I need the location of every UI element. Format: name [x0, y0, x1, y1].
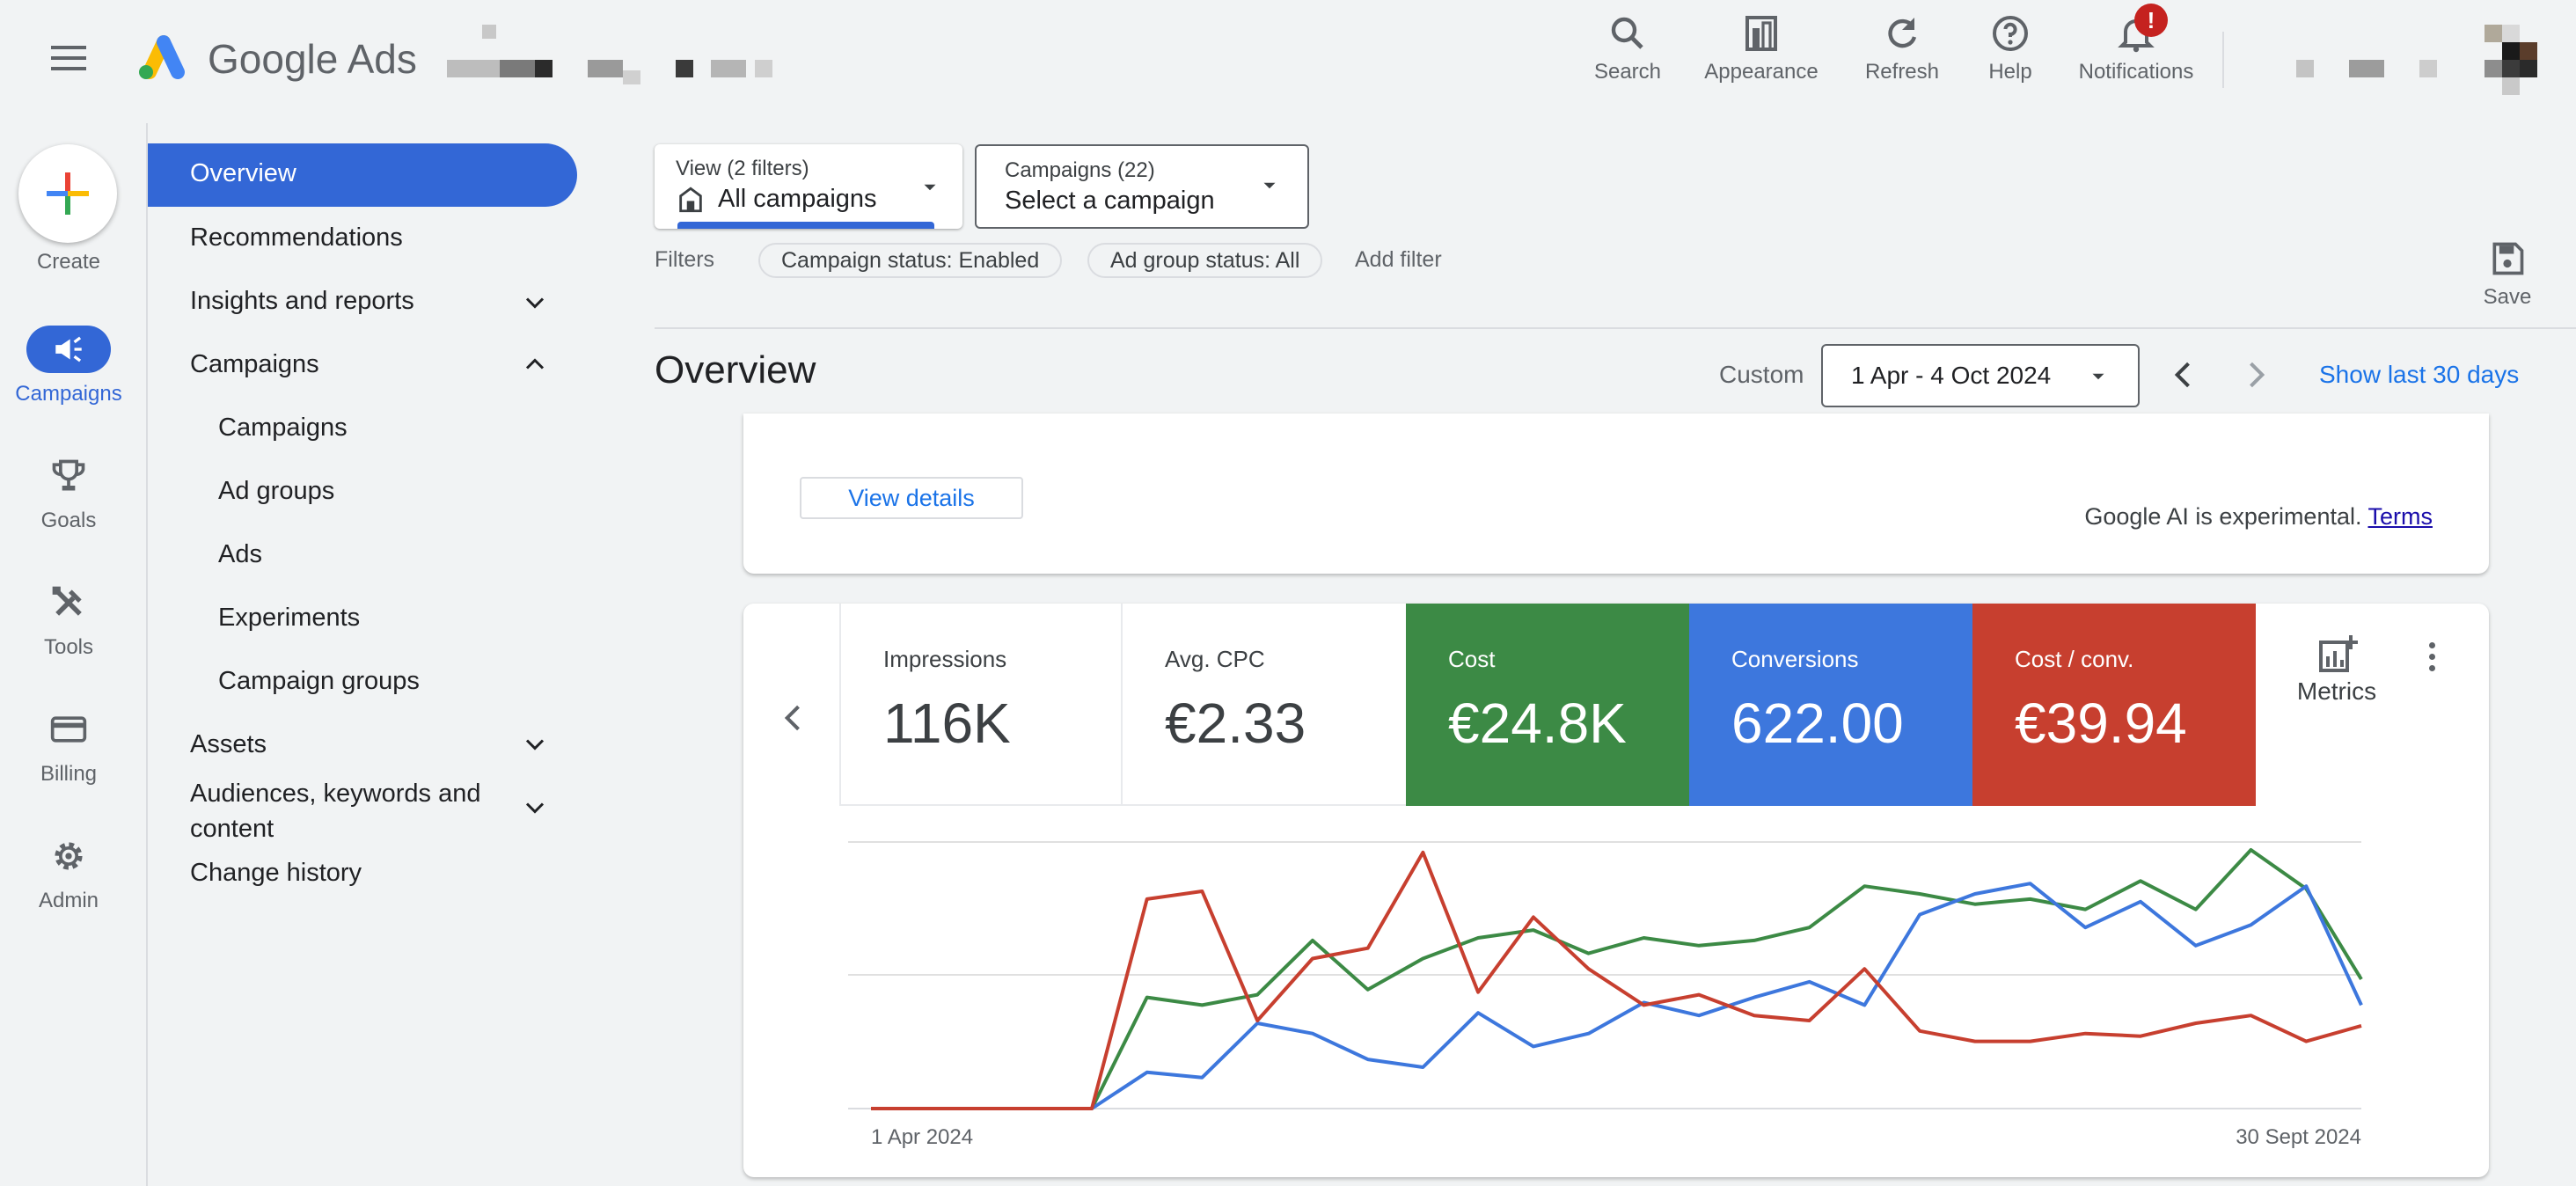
appearance-button[interactable]: Appearance [1698, 12, 1825, 84]
add-chart-icon [2319, 635, 2358, 672]
metric-card-conversions[interactable]: Conversions 622.00 [1689, 604, 1972, 806]
nav-item-campaign-groups[interactable]: Campaign groups [218, 667, 420, 696]
metric-card-avg-cpc[interactable]: Avg. CPC €2.33 [1123, 604, 1406, 806]
nav-item-campaigns-group[interactable]: Campaigns [190, 350, 319, 379]
tools-icon [52, 586, 82, 616]
avatar[interactable] [2485, 25, 2537, 95]
chart-x-label-start: 1 Apr 2024 [871, 1125, 973, 1149]
search-button[interactable]: Search [1584, 12, 1672, 84]
nav-item-insights[interactable]: Insights and reports [190, 287, 414, 316]
metric-card-impressions[interactable]: Impressions 116K [841, 604, 1123, 806]
filter-divider [655, 327, 2576, 329]
campaigns-dropdown[interactable]: Campaigns (22) Select a campaign [975, 144, 1309, 229]
refresh-button[interactable]: Refresh [1855, 12, 1950, 84]
metric-card-cost-per-conv[interactable]: Cost / conv. €39.94 [1972, 604, 2256, 806]
billing-icon [50, 716, 87, 743]
next-period-icon[interactable] [2236, 355, 2275, 394]
chart-series-cost-conv [871, 850, 2362, 1110]
nav-item-change-history[interactable]: Change history [190, 859, 362, 888]
refresh-icon [1888, 18, 1917, 48]
more-options-icon[interactable] [2421, 641, 2442, 676]
nav-divider [146, 123, 148, 1186]
top-header: Google Ads Search Appearance Refresh Hel… [0, 0, 2576, 123]
dropdown-arrow-icon [924, 184, 936, 191]
building-icon [679, 187, 702, 213]
rail-billing[interactable]: Billing [0, 706, 137, 787]
google-ads-logo[interactable] [132, 32, 188, 83]
ai-summary-card: View details Google AI is experimental. … [743, 414, 2489, 574]
previous-period-icon[interactable] [2164, 355, 2203, 394]
create-label: Create [36, 250, 101, 274]
nav-item-campaigns[interactable]: Campaigns [218, 414, 348, 443]
help-icon [1993, 16, 2028, 51]
ai-disclaimer: Google AI is experimental. Terms [2084, 503, 2433, 530]
chevron-down-icon[interactable] [519, 287, 551, 318]
chevron-down-icon[interactable] [519, 792, 551, 824]
nav-item-assets[interactable]: Assets [190, 730, 267, 759]
help-button[interactable]: Help [1976, 12, 2045, 84]
date-range-picker[interactable]: 1 Apr - 4 Oct 2024 [1821, 344, 2140, 407]
add-filter-button[interactable]: Add filter [1355, 247, 1442, 273]
nav-item-ad-groups[interactable]: Ad groups [218, 477, 334, 506]
save-button[interactable]: Save [2470, 239, 2544, 310]
chart-x-label-end: 30 Sept 2024 [2236, 1125, 2361, 1149]
filter-chip-campaign-status[interactable]: Campaign status: Enabled [758, 243, 1063, 278]
header-divider [2222, 32, 2224, 88]
dropdown-arrow-icon [2092, 373, 2104, 380]
view-dropdown[interactable]: View (2 filters) All campaigns [655, 144, 962, 229]
trophy-icon [52, 459, 85, 491]
save-icon [2492, 242, 2524, 275]
show-last-30-days-link[interactable]: Show last 30 days [2319, 361, 2519, 389]
create-button[interactable] [18, 144, 117, 243]
dropdown-arrow-icon [1263, 182, 1276, 189]
view-underline [677, 222, 934, 229]
page-title: Overview [655, 348, 816, 392]
rail-tools[interactable]: Tools [0, 579, 137, 660]
view-details-button[interactable]: View details [800, 477, 1023, 519]
nav-item-audiences[interactable]: Audiences, keywords and content [190, 776, 480, 846]
plus-icon [47, 172, 89, 215]
chevron-up-icon[interactable] [519, 348, 551, 380]
filters-label: Filters [655, 247, 715, 272]
redacted-account-block [447, 25, 816, 95]
terms-link[interactable]: Terms [2368, 503, 2433, 530]
nav-item-experiments[interactable]: Experiments [218, 604, 360, 633]
menu-icon[interactable] [51, 46, 86, 74]
nav-item-ads[interactable]: Ads [218, 540, 262, 569]
chart-series-cost [871, 848, 2363, 1110]
brand-name: Google Ads [208, 36, 417, 82]
nav-item-overview[interactable]: Overview [148, 143, 577, 207]
date-mode-label: Custom [1719, 361, 1804, 388]
rail-admin[interactable]: Admin [0, 832, 137, 913]
megaphone-icon [55, 336, 82, 362]
chevron-down-icon[interactable] [519, 728, 551, 760]
search-icon [1611, 17, 1643, 49]
rail-campaigns[interactable]: Campaigns [0, 326, 137, 406]
notification-badge: ! [2134, 4, 2168, 37]
nav-item-recommendations[interactable]: Recommendations [190, 223, 403, 253]
chart-series-conversions [871, 882, 2363, 1110]
chevron-left-icon[interactable] [774, 699, 813, 737]
performance-chart: 1 Apr 2024 30 Sept 2024 [848, 841, 2363, 1149]
rail-goals[interactable]: Goals [0, 452, 137, 533]
gear-icon [55, 842, 83, 870]
metrics-button[interactable]: Metrics [2284, 635, 2389, 706]
appearance-icon [1745, 16, 1777, 51]
filter-chip-ad-group-status[interactable]: Ad group status: All [1087, 243, 1323, 278]
metric-card-cost[interactable]: Cost €24.8K [1406, 604, 1689, 806]
